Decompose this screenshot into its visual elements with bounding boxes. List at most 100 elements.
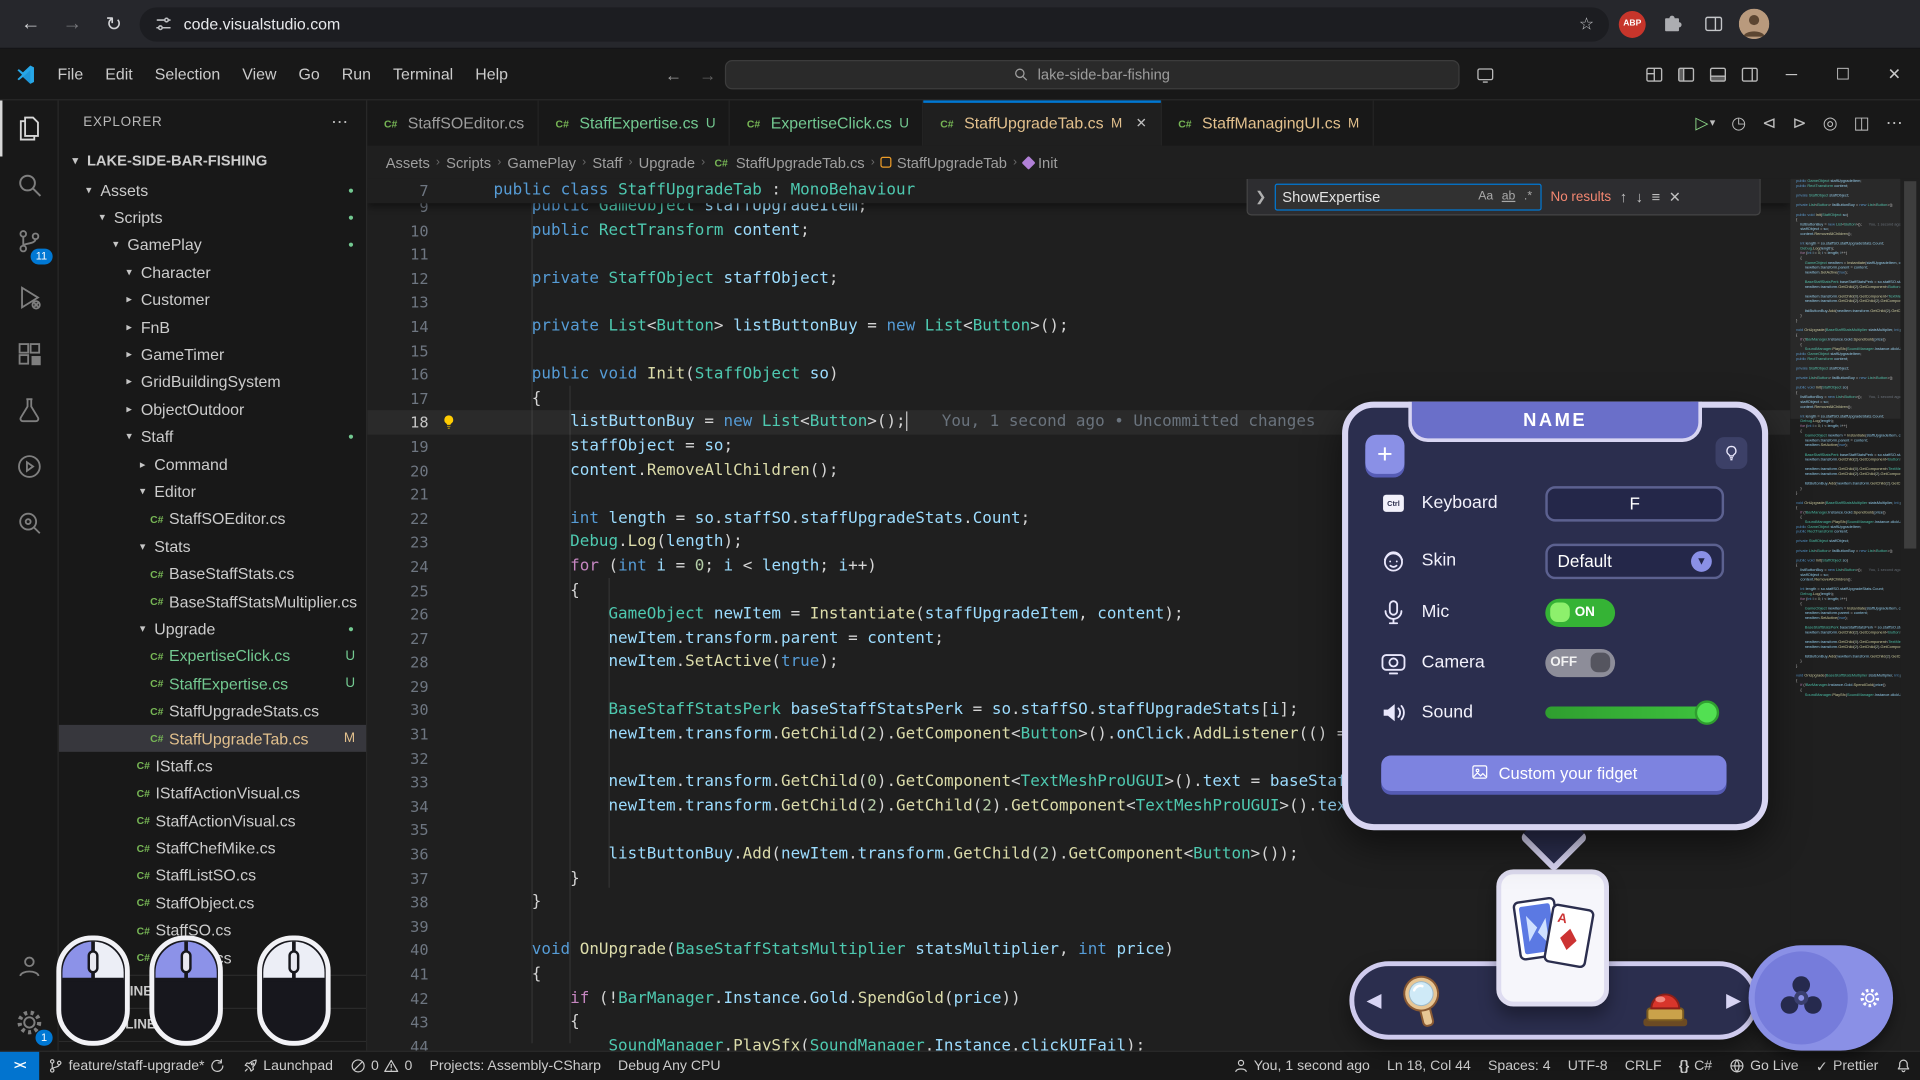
testing-icon[interactable] bbox=[0, 382, 58, 438]
accounts-icon[interactable] bbox=[0, 938, 58, 994]
slider-knob[interactable] bbox=[1695, 700, 1719, 724]
fidget-spinner-button[interactable] bbox=[1755, 951, 1848, 1044]
run-button[interactable]: ▷▾ bbox=[1695, 113, 1715, 134]
code-line-15[interactable]: 15 bbox=[367, 339, 1790, 363]
tree-item-staffactionvisual-cs[interactable]: C#StaffActionVisual.cs bbox=[59, 807, 366, 834]
browser-split-icon[interactable] bbox=[1697, 8, 1729, 40]
toggle-secondary-sidebar-icon[interactable] bbox=[1734, 58, 1766, 90]
toggle-replace-icon[interactable]: ❯ bbox=[1255, 189, 1266, 205]
tree-item-objectoutdoor[interactable]: ▸ObjectOutdoor bbox=[59, 396, 366, 423]
breadcrumb-item-scripts[interactable]: Scripts bbox=[446, 154, 491, 171]
tree-item-basestaffstats-cs[interactable]: C#BaseStaffStats.cs bbox=[59, 560, 366, 587]
address-bar[interactable]: code.visualstudio.com ☆ bbox=[140, 7, 1609, 41]
tree-item-character[interactable]: ▾Character bbox=[59, 259, 366, 286]
scrollbar-thumb[interactable] bbox=[1904, 181, 1916, 548]
toggle-panel-icon[interactable] bbox=[1702, 58, 1734, 90]
gitlens-icon[interactable] bbox=[0, 495, 58, 551]
editor-scrollbar[interactable] bbox=[1902, 179, 1920, 1051]
breadcrumb-item-upgrade[interactable]: Upgrade bbox=[639, 154, 695, 171]
nav-forward-icon[interactable]: → bbox=[699, 64, 716, 84]
maximize-button[interactable]: ☐ bbox=[1817, 48, 1868, 99]
carousel-item-red-button[interactable] bbox=[1631, 966, 1700, 1035]
camera-toggle[interactable]: OFF bbox=[1545, 648, 1615, 676]
tree-item-expertiseclick-cs[interactable]: C#ExpertiseClick.csU bbox=[59, 642, 366, 669]
nav-back-icon[interactable]: ← bbox=[665, 64, 682, 84]
tree-item-stats[interactable]: ▾Stats bbox=[59, 533, 366, 560]
prev-change-icon[interactable]: ⊲ bbox=[1762, 113, 1776, 134]
browser-reload-button[interactable]: ↻ bbox=[98, 8, 130, 40]
breadcrumb-item-staff[interactable]: Staff bbox=[592, 154, 622, 171]
tree-item-gridbuildingsystem[interactable]: ▸GridBuildingSystem bbox=[59, 368, 366, 395]
mic-toggle[interactable]: ON bbox=[1545, 598, 1615, 626]
tab-expertiseclick-cs[interactable]: C#ExpertiseClick.csU bbox=[730, 100, 923, 145]
fidget-settings-gear-icon[interactable] bbox=[1858, 986, 1882, 1010]
sound-slider[interactable] bbox=[1545, 707, 1716, 719]
manage-gear-icon[interactable]: 1 bbox=[0, 994, 58, 1050]
breadcrumb-item-assets[interactable]: Assets bbox=[386, 154, 430, 171]
find-previous-icon[interactable]: ↑ bbox=[1620, 188, 1627, 205]
adblock-badge[interactable]: ABP bbox=[1619, 10, 1646, 37]
tree-item-staffexpertise-cs[interactable]: C#StaffExpertise.csU bbox=[59, 670, 366, 697]
carousel-right-arrow[interactable]: ▶ bbox=[1726, 988, 1741, 1012]
tree-item-upgrade[interactable]: ▾Upgrade● bbox=[59, 615, 366, 642]
tree-item-stafflistso-cs[interactable]: C#StaffListSO.cs bbox=[59, 862, 366, 889]
more-actions-icon[interactable]: ⋯ bbox=[1886, 113, 1903, 134]
code-line-13[interactable]: 13 bbox=[367, 291, 1790, 315]
browser-forward-button[interactable]: → bbox=[56, 8, 88, 40]
keyboard-key-display[interactable]: F bbox=[1545, 486, 1724, 522]
tree-item-assets[interactable]: ▾Assets● bbox=[59, 176, 366, 203]
status-spaces-4[interactable]: Spaces: 4 bbox=[1479, 1052, 1559, 1080]
remote-window-icon[interactable] bbox=[1469, 58, 1501, 90]
close-find-icon[interactable]: ✕ bbox=[1669, 188, 1681, 205]
status-ln-18-col-44[interactable]: Ln 18, Col 44 bbox=[1378, 1052, 1479, 1080]
toggle-primary-sidebar-icon[interactable] bbox=[1670, 58, 1702, 90]
menu-selection[interactable]: Selection bbox=[144, 60, 232, 88]
status-launchpad[interactable]: Launchpad bbox=[234, 1052, 342, 1080]
tree-item-command[interactable]: ▸Command bbox=[59, 450, 366, 477]
custom-fidget-button[interactable]: Custom your fidget bbox=[1381, 756, 1726, 792]
menu-terminal[interactable]: Terminal bbox=[382, 60, 464, 88]
find-next-icon[interactable]: ↓ bbox=[1636, 188, 1643, 205]
tab-staffexpertise-cs[interactable]: C#StaffExpertise.csU bbox=[539, 100, 730, 145]
tree-item-istaffactionvisual-cs[interactable]: C#IStaffActionVisual.cs bbox=[59, 780, 366, 807]
minimap[interactable]: 9 public GameObject staffUpgradeItem;10 … bbox=[1790, 179, 1900, 1051]
close-button[interactable]: ✕ bbox=[1869, 48, 1920, 99]
menu-run[interactable]: Run bbox=[331, 60, 382, 88]
regex-icon[interactable]: .* bbox=[1521, 189, 1534, 205]
timer-icon[interactable]: ◷ bbox=[1731, 113, 1746, 134]
fidget-name-tab[interactable]: NAME bbox=[1408, 402, 1702, 442]
tree-item-customer[interactable]: ▸Customer bbox=[59, 286, 366, 313]
status-go-live[interactable]: Go Live bbox=[1721, 1052, 1807, 1080]
status-utf-8[interactable]: UTF-8 bbox=[1559, 1052, 1616, 1080]
next-change-icon[interactable]: ⊳ bbox=[1792, 113, 1806, 134]
find-in-selection-icon[interactable]: ≡ bbox=[1652, 188, 1661, 205]
bookmark-star-icon[interactable]: ☆ bbox=[1579, 13, 1594, 34]
breadcrumb-item-init[interactable]: Init bbox=[1023, 154, 1057, 171]
fidget-add-button[interactable]: + bbox=[1365, 435, 1404, 474]
menu-help[interactable]: Help bbox=[464, 60, 519, 88]
tree-item-staffsoeditor-cs[interactable]: C#StaffSOEditor.cs bbox=[59, 505, 366, 532]
remote-indicator[interactable]: >< bbox=[0, 1052, 39, 1080]
tree-item-istaff-cs[interactable]: C#IStaff.cs bbox=[59, 752, 366, 779]
carousel-left-arrow[interactable]: ◀ bbox=[1367, 988, 1382, 1012]
tree-item-scripts[interactable]: ▾Scripts● bbox=[59, 204, 366, 231]
mouse-widget-3[interactable] bbox=[255, 933, 333, 1048]
status-feature-staff-upgrade[interactable]: feature/staff-upgrade* bbox=[39, 1052, 234, 1080]
tree-item-staffupgradestats-cs[interactable]: C#StaffUpgradeStats.cs bbox=[59, 697, 366, 724]
status-bell[interactable] bbox=[1887, 1052, 1920, 1080]
minimap-slider[interactable] bbox=[1790, 179, 1900, 419]
find-input[interactable] bbox=[1282, 188, 1472, 205]
remote-explorer-icon[interactable] bbox=[0, 438, 58, 494]
lightbulb-icon[interactable] bbox=[1716, 437, 1748, 469]
status-0[interactable]: 00 bbox=[342, 1052, 421, 1080]
tab-staffupgradetab-cs[interactable]: C#StaffUpgradeTab.csM✕ bbox=[924, 100, 1162, 145]
status-c[interactable]: {}C# bbox=[1670, 1052, 1721, 1080]
site-settings-icon[interactable] bbox=[154, 15, 172, 33]
tree-item-gametimer[interactable]: ▸GameTimer bbox=[59, 341, 366, 368]
menu-edit[interactable]: Edit bbox=[94, 60, 143, 88]
menu-view[interactable]: View bbox=[231, 60, 287, 88]
extensions-icon[interactable] bbox=[0, 326, 58, 382]
search-icon[interactable] bbox=[0, 157, 58, 213]
status-debug-any-cpu[interactable]: Debug Any CPU bbox=[609, 1052, 729, 1080]
whole-word-icon[interactable]: ab bbox=[1499, 189, 1518, 205]
